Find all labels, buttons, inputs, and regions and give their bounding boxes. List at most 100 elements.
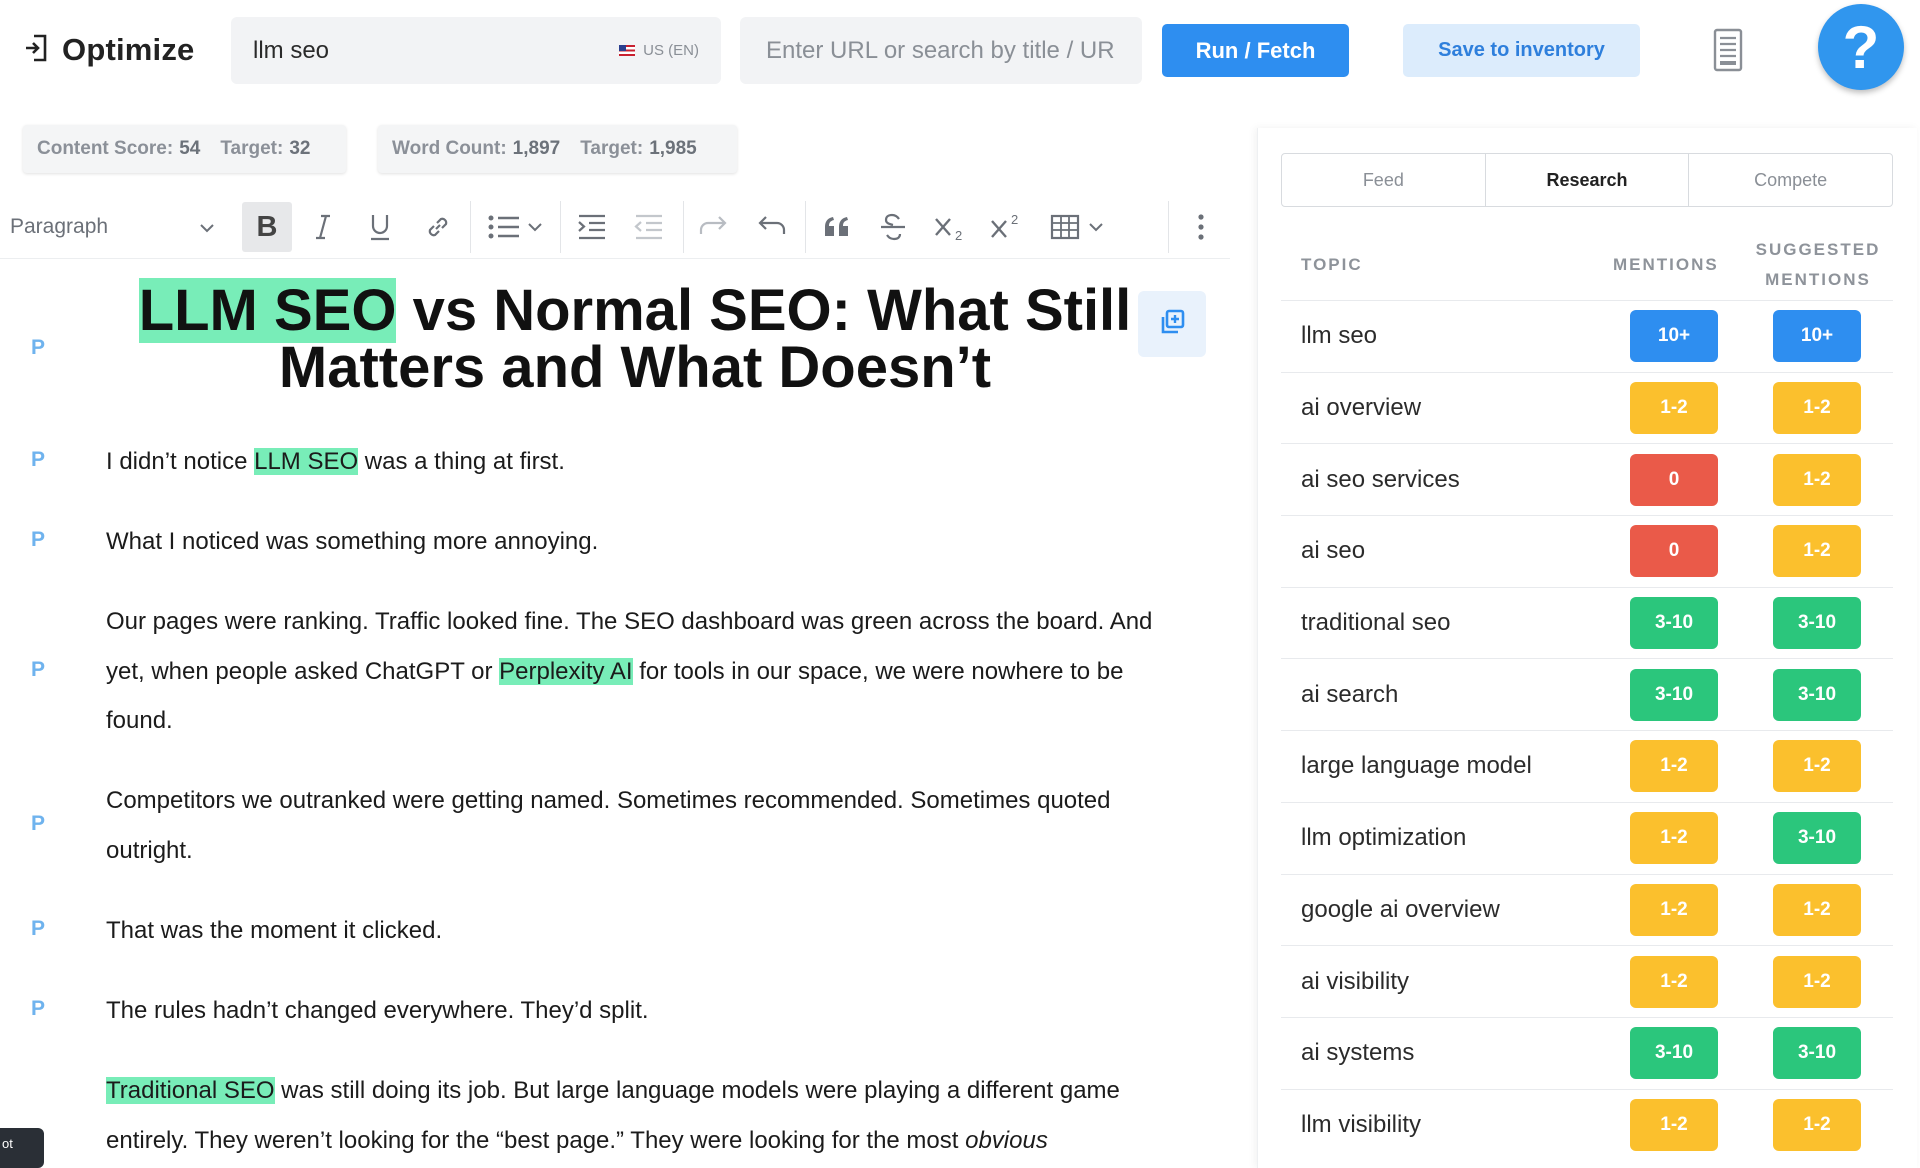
tab-research[interactable]: Research: [1484, 154, 1689, 206]
paragraph-text: That was the moment it clicked.: [106, 917, 443, 944]
table-row[interactable]: ai seo services 0 1-2: [1281, 443, 1893, 515]
content-target-label: Target:: [220, 138, 284, 159]
table-row[interactable]: ai overview 1-2 1-2: [1281, 371, 1893, 444]
table-icon[interactable]: [1048, 209, 1112, 245]
block-marker[interactable]: P: [31, 917, 45, 941]
topic-name: ai seo services: [1301, 465, 1460, 493]
mentions-badge: 1-2: [1630, 883, 1718, 936]
content-score-label: Content Score:: [37, 138, 174, 159]
paragraph-text: was a thing at first.: [358, 448, 565, 475]
editor-toolbar: Paragraph B 2 2: [0, 195, 1230, 259]
paragraph-text: Competitors we outranked were getting na…: [106, 787, 1111, 864]
corner-tab[interactable]: ot: [0, 1128, 44, 1168]
paragraph[interactable]: That was the moment it clicked.: [106, 906, 1166, 956]
chevron-down-icon: [199, 215, 215, 239]
tab-compete[interactable]: Compete: [1688, 154, 1892, 206]
link-icon[interactable]: [421, 209, 455, 245]
quote-icon[interactable]: [820, 209, 854, 245]
paragraph[interactable]: The rules hadn’t changed everywhere. The…: [106, 986, 1166, 1036]
table-row[interactable]: traditional seo 3-10 3-10: [1281, 586, 1893, 659]
table-row[interactable]: ai visibility 1-2 1-2: [1281, 945, 1893, 1017]
url-search-field[interactable]: [740, 17, 1142, 84]
content-target-value: 32: [289, 138, 311, 159]
block-marker[interactable]: P: [31, 528, 45, 552]
toolbar-separator: [805, 201, 806, 253]
table-row[interactable]: llm optimization 1-2 3-10: [1281, 801, 1893, 874]
url-search-input[interactable]: [764, 35, 1118, 66]
content-score-value: 54: [179, 138, 201, 159]
underline-button[interactable]: [365, 209, 395, 245]
suggested-mentions-badge: 1-2: [1773, 525, 1861, 578]
table-row[interactable]: ai seo 0 1-2: [1281, 515, 1893, 587]
block-marker[interactable]: P: [31, 812, 45, 836]
logout-icon: [24, 33, 48, 68]
topic-name: traditional seo: [1301, 609, 1451, 637]
mentions-badge: 3-10: [1630, 597, 1718, 650]
keyword-value: llm seo: [253, 36, 330, 64]
suggested-mentions-badge: 3-10: [1773, 812, 1861, 865]
locale-selector[interactable]: US (EN): [619, 42, 699, 59]
strikethrough-icon[interactable]: [876, 209, 910, 245]
paragraph[interactable]: Competitors we outranked were getting na…: [106, 776, 1166, 875]
table-row[interactable]: large language model 1-2 1-2: [1281, 730, 1893, 802]
bold-button[interactable]: B: [242, 202, 292, 252]
copy-button[interactable]: [1138, 291, 1206, 357]
word-target-label: Target:: [580, 138, 644, 159]
outdent-icon[interactable]: [632, 209, 666, 245]
block-type-select[interactable]: Paragraph: [10, 210, 215, 244]
mentions-badge: 0: [1630, 453, 1718, 506]
toolbar-separator: [1168, 201, 1169, 253]
paragraph-text: The rules hadn’t changed everywhere. The…: [106, 997, 649, 1024]
word-count-chip: Word Count: 1,897 Target: 1,985: [378, 125, 737, 173]
document-icon[interactable]: [1712, 28, 1744, 72]
run-fetch-button[interactable]: Run / Fetch: [1162, 24, 1349, 77]
paragraph[interactable]: I didn’t notice LLM SEO was a thing at f…: [106, 437, 1166, 487]
topic-name: google ai overview: [1301, 895, 1500, 923]
keyword-highlight: Perplexity AI: [499, 657, 633, 685]
more-options-icon[interactable]: [1186, 209, 1216, 245]
block-marker[interactable]: P: [31, 448, 45, 472]
suggested-mentions-badge: 3-10: [1773, 668, 1861, 721]
toolbar-separator: [560, 201, 561, 253]
paragraph[interactable]: What I noticed was something more annoyi…: [106, 517, 1166, 567]
panel-tabs: Feed Research Compete: [1281, 153, 1893, 207]
table-row[interactable]: google ai overview 1-2 1-2: [1281, 873, 1893, 946]
save-to-inventory-button[interactable]: Save to inventory: [1403, 24, 1640, 77]
table-row[interactable]: ai search 3-10 3-10: [1281, 658, 1893, 730]
italic-button[interactable]: [308, 209, 338, 245]
tab-feed[interactable]: Feed: [1282, 154, 1485, 206]
subscript-icon[interactable]: 2: [932, 209, 970, 245]
indent-icon[interactable]: [575, 209, 609, 245]
keyword-highlight: LLM SEO: [254, 448, 359, 475]
paragraph[interactable]: Our pages were ranking. Traffic looked f…: [106, 597, 1166, 746]
block-marker[interactable]: P: [31, 658, 45, 682]
table-row[interactable]: llm seo 10+ 10+: [1281, 300, 1893, 372]
suggested-mentions-badge: 1-2: [1773, 883, 1861, 936]
undo-icon[interactable]: [754, 209, 788, 245]
toolbar-separator: [683, 201, 684, 253]
table-row[interactable]: llm visibility 1-2 1-2: [1281, 1088, 1893, 1161]
header-line: MENTIONS: [1765, 270, 1871, 289]
block-marker[interactable]: P: [31, 336, 45, 360]
bullet-list-button[interactable]: [484, 209, 550, 245]
word-count-value: 1,897: [512, 138, 561, 159]
suggested-mentions-badge: 1-2: [1773, 955, 1861, 1008]
block-marker[interactable]: P: [31, 997, 45, 1021]
help-button[interactable]: ?: [1818, 4, 1904, 90]
paragraph-italic-text: obvious: [965, 1126, 1048, 1154]
brand[interactable]: Optimize: [24, 28, 195, 72]
paragraph[interactable]: Traditional SEO was still doing its job.…: [106, 1066, 1166, 1165]
superscript-icon[interactable]: 2: [988, 209, 1026, 245]
suggested-mentions-badge: 1-2: [1773, 382, 1861, 435]
topic-name: llm visibility: [1301, 1110, 1421, 1138]
locale-label: US (EN): [643, 42, 699, 59]
suggested-mentions-badge: 1-2: [1773, 740, 1861, 793]
paragraph-text: What I noticed was something more annoyi…: [106, 528, 599, 555]
table-row[interactable]: ai systems 3-10 3-10: [1281, 1016, 1893, 1089]
document-title[interactable]: LLM SEO vs Normal SEO: What Still Matter…: [110, 278, 1160, 397]
redo-icon[interactable]: [697, 209, 731, 245]
paragraph-text: I didn’t notice: [106, 448, 255, 475]
copy-icon: [1158, 308, 1186, 341]
mentions-column-header: MENTIONS: [1613, 255, 1719, 274]
keyword-field[interactable]: llm seo US (EN): [231, 17, 721, 84]
